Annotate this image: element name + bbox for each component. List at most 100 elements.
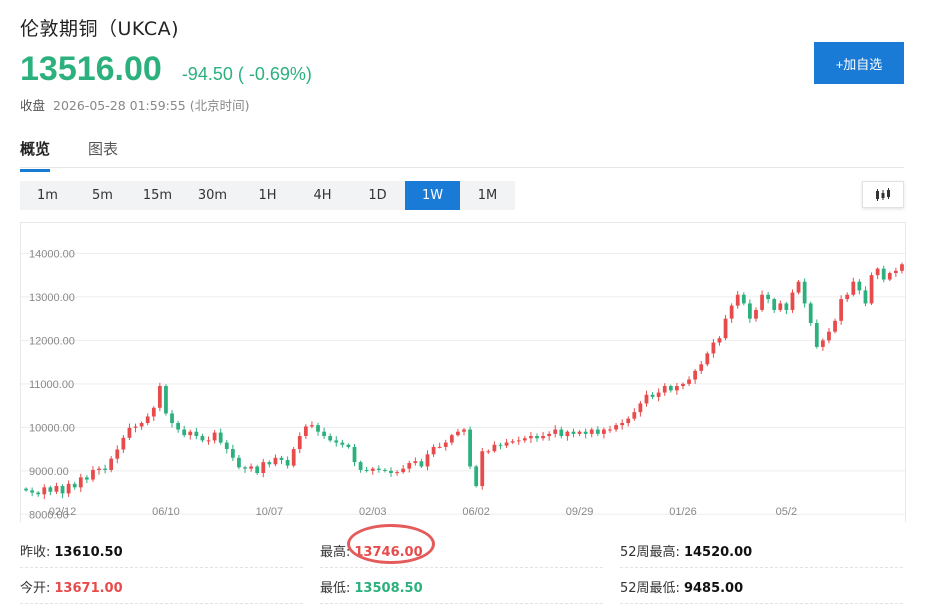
candle <box>638 403 643 413</box>
page-title: 伦敦期铜（UKCA) <box>20 18 180 40</box>
candle <box>602 429 606 434</box>
candle <box>60 486 65 494</box>
period-15m[interactable]: 15m <box>130 181 185 210</box>
candle <box>729 305 734 319</box>
candle <box>845 294 850 300</box>
candle <box>900 264 904 271</box>
candle <box>577 431 582 434</box>
stat-52w-low: 52周最低: 9485.00 <box>620 577 743 596</box>
x-tick-label: 06/10 <box>152 506 180 518</box>
stat-open-value: 13671.00 <box>54 581 123 596</box>
candle <box>522 438 527 441</box>
candle <box>66 483 71 494</box>
candle <box>468 429 472 467</box>
stat-prev-close: 昨收: 13610.50 <box>20 541 123 560</box>
period-1mo[interactable]: 1M <box>460 181 515 210</box>
price-row: 13516.00 -94.50 ( -0.69%) <box>20 50 312 89</box>
candle <box>608 429 612 431</box>
candle <box>571 431 576 434</box>
stat-52w-low-label: 52周最低: <box>620 581 680 596</box>
candle <box>881 268 886 280</box>
candle <box>589 429 594 434</box>
candle <box>91 469 95 480</box>
period-selector: 1m 5m 15m 30m 1H 4H 1D 1W 1M <box>20 181 515 210</box>
stat-open-label: 今开: <box>20 581 51 596</box>
highlight-circle-annotation <box>347 524 435 564</box>
candle <box>863 290 868 304</box>
stat-divider <box>620 567 903 568</box>
x-tick-label: 06/02 <box>462 506 490 518</box>
candle <box>723 318 728 339</box>
last-price: 13516.00 <box>20 50 162 88</box>
candle <box>285 459 290 466</box>
candle <box>24 488 28 491</box>
stat-52w-high-value: 14520.00 <box>683 545 753 560</box>
candle <box>364 469 369 471</box>
period-1w[interactable]: 1W <box>405 181 460 210</box>
tab-divider <box>20 167 904 168</box>
candle <box>78 477 83 488</box>
candle <box>419 461 424 467</box>
period-30m[interactable]: 30m <box>185 181 240 210</box>
y-tick-label: 14000.00 <box>29 248 75 260</box>
candle <box>358 462 363 470</box>
candle <box>480 451 485 487</box>
y-tick-label: 11000.00 <box>29 379 74 391</box>
candle <box>42 487 47 495</box>
stat-low: 最低: 13508.50 <box>320 577 423 596</box>
candle <box>504 442 509 446</box>
candle <box>395 472 399 474</box>
chart-type-button[interactable] <box>862 181 904 208</box>
candle <box>808 303 813 323</box>
status-timestamp: 2026-05-28 01:59:55 (北京时间) <box>53 98 250 113</box>
stat-prev-close-value: 13610.50 <box>54 545 123 560</box>
stat-divider <box>20 603 303 604</box>
candle <box>565 431 570 437</box>
candle <box>273 457 278 465</box>
candle <box>535 436 539 439</box>
candle <box>182 429 187 436</box>
status-line: 收盘 2026-05-28 01:59:55 (北京时间) <box>20 95 250 114</box>
candle <box>84 477 89 480</box>
candle <box>492 444 497 452</box>
candle <box>748 303 752 319</box>
x-tick-label: 02/03 <box>359 506 387 518</box>
candle <box>510 441 515 443</box>
period-1d[interactable]: 1D <box>350 181 405 210</box>
candle <box>614 425 618 430</box>
candlestick-chart[interactable]: 14000.00 13000.00 12000.00 11000.00 10000.00… <box>21 223 906 522</box>
candle <box>784 303 789 310</box>
candle <box>620 423 625 426</box>
candle <box>413 461 418 463</box>
period-1h[interactable]: 1H <box>240 181 295 210</box>
price-chart[interactable]: 14000.00 13000.00 12000.00 11000.00 10000.00… <box>20 222 906 522</box>
candle <box>425 454 430 467</box>
candle <box>675 386 679 391</box>
candle <box>194 431 199 437</box>
candle <box>583 431 588 434</box>
candle <box>741 294 746 304</box>
candle <box>200 436 205 441</box>
stat-52w-high: 52周最高: 14520.00 <box>620 541 752 560</box>
candle <box>322 431 326 437</box>
period-5m[interactable]: 5m <box>75 181 130 210</box>
candle <box>279 457 284 460</box>
candle <box>431 446 436 455</box>
stat-52w-high-label: 52周最高: <box>620 545 680 560</box>
stat-low-label: 最低: <box>320 581 351 596</box>
period-4h[interactable]: 4H <box>295 181 350 210</box>
candle <box>255 466 260 473</box>
candle <box>693 370 698 380</box>
candle <box>529 436 533 439</box>
y-tick-label: 13000.00 <box>29 292 75 304</box>
stat-divider <box>320 567 603 568</box>
period-1m[interactable]: 1m <box>20 181 75 210</box>
candle <box>820 340 825 347</box>
candle <box>103 468 108 470</box>
add-to-watchlist-button[interactable]: +加自选 <box>814 42 904 84</box>
candle <box>474 466 479 487</box>
stat-high-label: 最高: <box>320 545 351 560</box>
candle <box>291 449 296 466</box>
candle <box>188 431 193 436</box>
candle <box>310 425 314 427</box>
